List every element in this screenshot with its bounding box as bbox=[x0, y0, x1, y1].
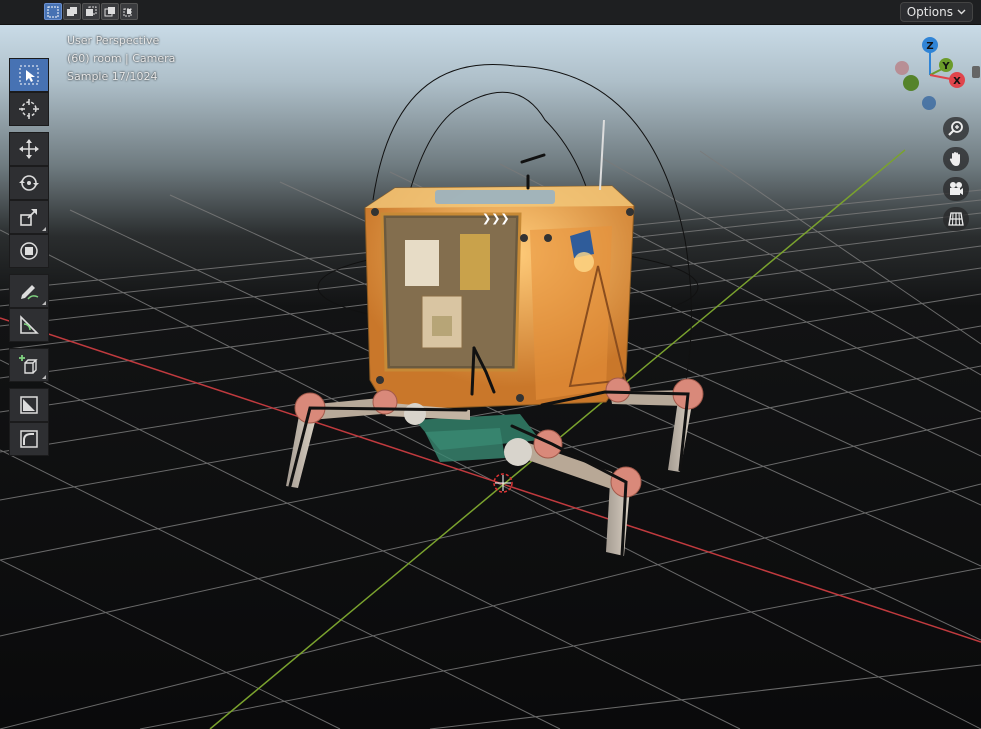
annotate-tool[interactable] bbox=[9, 274, 49, 308]
shade-tool[interactable] bbox=[9, 388, 49, 422]
cursor-tool[interactable] bbox=[9, 92, 49, 126]
scale-icon bbox=[20, 209, 37, 226]
shade-icon bbox=[20, 396, 38, 414]
ruler-icon bbox=[20, 315, 39, 334]
smooth-icon bbox=[20, 430, 38, 448]
rotate-icon bbox=[19, 175, 39, 191]
cursor-box-icon bbox=[19, 65, 39, 85]
hand-pan-icon[interactable] bbox=[943, 147, 969, 171]
move-arrows-icon bbox=[19, 139, 39, 159]
view-name-label: User Perspective bbox=[67, 34, 160, 47]
transform-tool[interactable] bbox=[9, 234, 49, 268]
camera-icon[interactable] bbox=[943, 177, 969, 201]
crosshair-icon bbox=[19, 99, 39, 119]
collection-info-label: (60) room | Camera bbox=[67, 52, 176, 65]
pencil-icon bbox=[21, 285, 39, 300]
move-tool[interactable] bbox=[9, 132, 49, 166]
select-box-icon[interactable] bbox=[44, 3, 62, 20]
render-sample-label: Sample 17/1024 bbox=[67, 70, 158, 83]
scene-render: ❯❯❯ bbox=[0, 64, 981, 729]
select-intersect-icon[interactable] bbox=[120, 3, 138, 20]
add-cube-tool[interactable] bbox=[9, 348, 49, 382]
select-subtract-icon[interactable] bbox=[82, 3, 100, 20]
grid-ortho-icon[interactable] bbox=[943, 207, 969, 231]
chevron-down-icon bbox=[957, 9, 966, 15]
tool-shelf bbox=[9, 58, 49, 456]
3d-viewport[interactable]: ❯❯❯ User Perspective (60) room | Camera … bbox=[0, 25, 981, 729]
neg-z-axis-icon bbox=[922, 96, 936, 110]
measure-tool[interactable] bbox=[9, 308, 49, 342]
x-axis-label: X bbox=[953, 76, 961, 87]
smooth-tool[interactable] bbox=[9, 422, 49, 456]
neg-x-axis-icon bbox=[895, 61, 909, 75]
select-extend-icon[interactable] bbox=[63, 3, 81, 20]
options-label: Options bbox=[906, 5, 953, 19]
options-dropdown[interactable]: Options bbox=[899, 2, 973, 22]
rotate-tool[interactable] bbox=[9, 166, 49, 200]
region-toggle-tab[interactable] bbox=[972, 66, 980, 78]
neg-y-axis-icon bbox=[903, 75, 919, 91]
navigation-buttons bbox=[943, 117, 969, 231]
svg-text:❯❯❯: ❯❯❯ bbox=[482, 212, 510, 225]
z-axis-label: Z bbox=[926, 41, 933, 52]
transform-icon bbox=[20, 242, 38, 260]
viewport-header: Options bbox=[0, 0, 981, 25]
y-axis-label: Y bbox=[941, 61, 950, 72]
selection-mode-group bbox=[44, 3, 138, 20]
add-cube-icon bbox=[19, 355, 38, 374]
navigation-gizmo[interactable]: Z Y X bbox=[890, 35, 970, 115]
zoom-icon[interactable] bbox=[943, 117, 969, 141]
select-invert-icon[interactable] bbox=[101, 3, 119, 20]
select-box-tool[interactable] bbox=[9, 58, 49, 92]
robot-body: ❯❯❯ bbox=[364, 119, 635, 411]
scale-tool[interactable] bbox=[9, 200, 49, 234]
